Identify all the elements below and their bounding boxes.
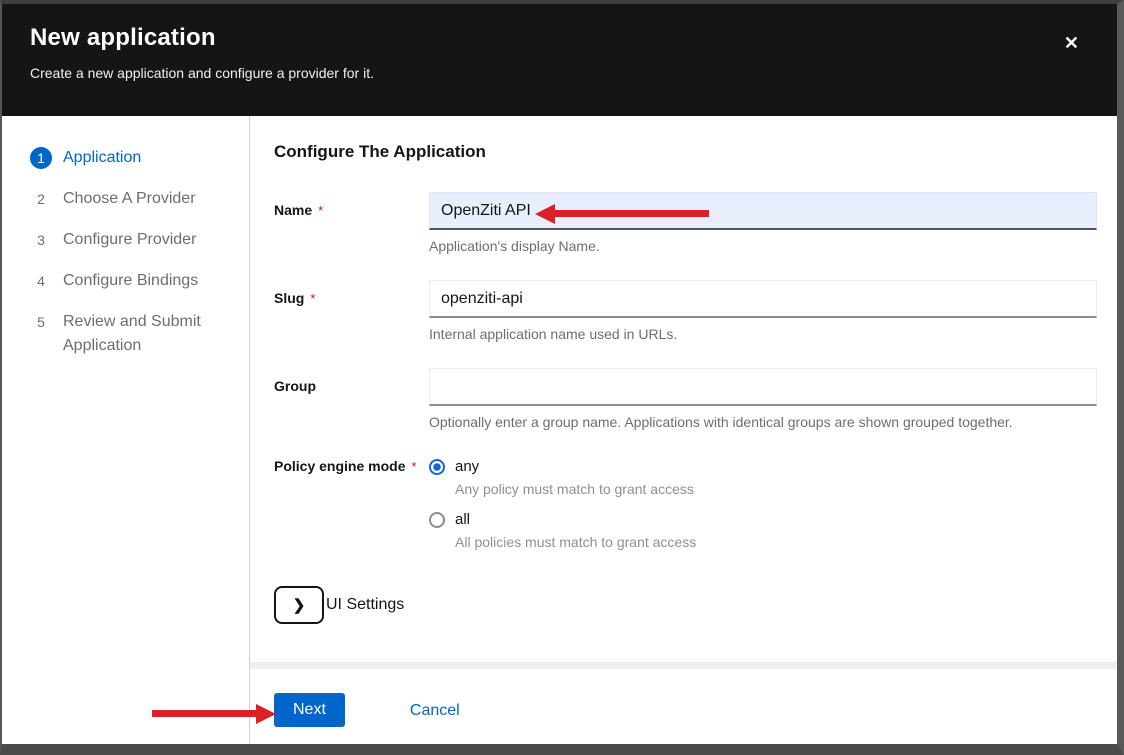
form-row-group: Group Optionally enter a group name. App… [274,368,1097,430]
wizard-step-review-submit[interactable]: 5 Review and Submit Application [30,310,239,358]
wizard-steps-nav: 1 Application 2 Choose A Provider 3 Conf… [2,116,250,744]
name-input[interactable] [429,192,1097,230]
arrow-head-left-icon [535,204,555,224]
policy-mode-any-radio[interactable]: any [429,458,1097,475]
step-number: 1 [30,147,52,169]
slug-input[interactable] [429,280,1097,318]
required-marker: * [318,203,323,218]
wizard-step-content: Configure The Application Name * Applicat… [250,116,1117,662]
form-row-slug: Slug * Internal application name used in … [274,280,1097,342]
name-helper-text: Application's display Name. [429,238,1097,254]
wizard-step-application[interactable]: 1 Application [30,146,239,170]
group-input[interactable] [429,368,1097,406]
ui-settings-expander: ❯ UI Settings [274,586,1097,624]
modal-subtitle: Create a new application and configure a… [30,65,1089,81]
required-marker: * [310,291,315,306]
ui-settings-label: UI Settings [326,596,404,614]
policy-mode-all-helper: All policies must match to grant access [455,534,1097,550]
policy-mode-all-radio[interactable]: all [429,511,1097,528]
radio-icon [429,459,445,475]
step-label: Review and Submit Application [63,310,221,358]
wizard-step-configure-bindings[interactable]: 4 Configure Bindings [30,269,239,293]
annotation-arrow-next-button [152,704,276,724]
new-application-modal: New application Create a new application… [0,0,1124,755]
group-label: Group [274,378,316,394]
cancel-link[interactable]: Cancel [410,693,460,720]
wizard-step-configure-provider[interactable]: 3 Configure Provider [30,228,239,252]
next-button[interactable]: Next [274,693,345,727]
step-label: Configure Bindings [63,269,198,293]
close-button[interactable]: ✕ [1064,34,1079,52]
slug-label: Slug [274,290,304,306]
modal-header: New application Create a new application… [2,4,1117,116]
policy-engine-mode-label: Policy engine mode [274,458,405,474]
close-icon: ✕ [1064,33,1079,53]
slug-helper-text: Internal application name used in URLs. [429,326,1097,342]
step-heading: Configure The Application [274,142,1097,162]
name-label: Name [274,202,312,218]
policy-mode-any-label: any [455,458,479,475]
arrow-head-right-icon [256,704,276,724]
ui-settings-expand-button[interactable]: ❯ [274,586,324,624]
footer-separator [250,662,1117,669]
wizard-step-choose-provider[interactable]: 2 Choose A Provider [30,187,239,211]
chevron-right-icon: ❯ [293,597,306,614]
step-label: Application [63,146,141,170]
form-row-policy-engine-mode: Policy engine mode * any Any policy must … [274,456,1097,550]
step-label: Configure Provider [63,228,196,252]
step-number: 3 [30,229,52,251]
modal-footer: Next Cancel [250,669,1117,744]
step-number: 2 [30,188,52,210]
group-helper-text: Optionally enter a group name. Applicati… [429,414,1097,430]
policy-mode-all-label: all [455,511,470,528]
modal-title: New application [30,24,1089,52]
step-number: 4 [30,270,52,292]
step-number: 5 [30,311,52,333]
annotation-arrow-name-input [535,204,709,224]
policy-mode-any-helper: Any policy must match to grant access [455,481,1097,497]
step-label: Choose A Provider [63,187,196,211]
radio-icon [429,512,445,528]
required-marker: * [411,459,416,474]
